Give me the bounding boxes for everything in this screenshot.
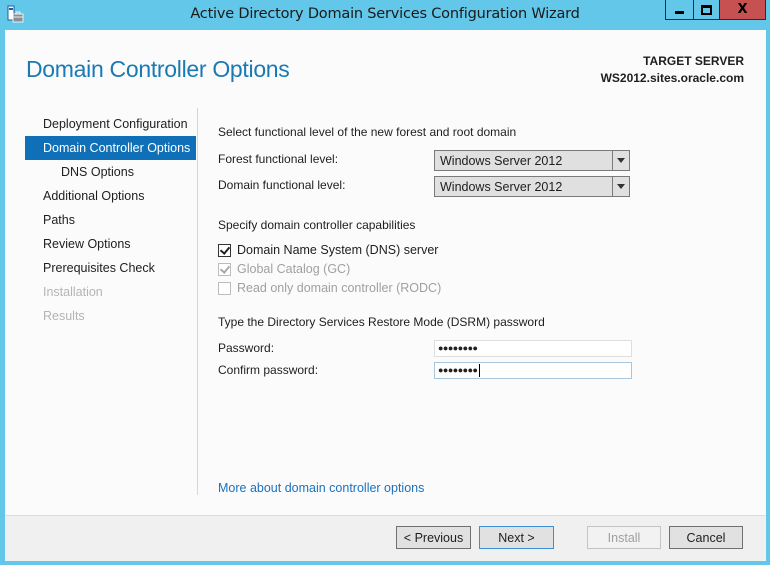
nav-item-prerequisites-check[interactable]: Prerequisites Check (25, 256, 196, 280)
chevron-down-icon[interactable] (617, 184, 625, 189)
password-label: Password: (218, 341, 275, 355)
rodc-label: Read only domain controller (RODC) (237, 281, 442, 295)
more-about-dc-options-link[interactable]: More about domain controller options (218, 481, 424, 495)
window-title: Active Directory Domain Services Configu… (190, 6, 580, 22)
text-caret (478, 364, 480, 378)
nav-item-installation: Installation (43, 285, 103, 299)
chevron-down-icon[interactable] (617, 158, 625, 163)
domain-functional-level-value: Windows Server 2012 (440, 180, 563, 194)
previous-button[interactable]: < Previous (396, 526, 471, 549)
confirm-password-input[interactable]: ●●●●●●●● (434, 362, 632, 379)
global-catalog-checkbox-row: Global Catalog (GC) (218, 260, 350, 278)
nav-item-additional-options[interactable]: Additional Options (25, 184, 196, 208)
page-title: Domain Controller Options (26, 56, 290, 82)
target-server-label: TARGET SERVER (643, 54, 744, 68)
domain-functional-level-dropdown[interactable]: Windows Server 2012 (434, 176, 630, 197)
functional-level-heading: Select functional level of the new fores… (218, 125, 517, 139)
nav-item-review-options[interactable]: Review Options (25, 232, 196, 256)
install-button: Install (587, 526, 661, 549)
nav-item-paths[interactable]: Paths (25, 208, 196, 232)
nav-item-results: Results (43, 309, 85, 323)
dropdown-separator (612, 151, 613, 170)
domain-functional-level-label: Domain functional level: (218, 178, 346, 192)
password-value: ●●●●●●●● (438, 343, 478, 353)
rodc-checkbox (218, 281, 231, 295)
checkmark-icon (219, 262, 231, 274)
nav-item-dns-options[interactable]: DNS Options (25, 160, 196, 184)
target-server-info: TARGET SERVER WS2012.sites.oracle.com (601, 53, 744, 87)
wizard-footer: < Previous Next > Install Cancel (5, 515, 766, 561)
close-button[interactable]: X (719, 0, 766, 20)
wizard-client-area: Domain Controller Options TARGET SERVER … (5, 30, 766, 561)
title-bar[interactable]: Active Directory Domain Services Configu… (0, 0, 770, 30)
minimize-button[interactable] (665, 0, 694, 20)
confirm-password-text: ●●●●●●●● (438, 364, 480, 378)
dns-server-checkbox[interactable] (218, 243, 231, 257)
next-button[interactable]: Next > (479, 526, 554, 549)
confirm-password-value: ●●●●●●●● (438, 365, 478, 375)
global-catalog-label: Global Catalog (GC) (237, 262, 351, 276)
forest-functional-level-dropdown[interactable]: Windows Server 2012 (434, 150, 630, 171)
dns-server-checkbox-row[interactable]: Domain Name System (DNS) server (218, 241, 438, 259)
maximize-button[interactable] (693, 0, 720, 20)
forest-functional-level-label: Forest functional level: (218, 152, 339, 166)
nav-divider (197, 108, 198, 495)
capabilities-heading: Specify domain controller capabilities (218, 218, 416, 232)
password-input[interactable]: ●●●●●●●● (434, 340, 632, 357)
minimize-icon (675, 10, 684, 14)
confirm-password-label: Confirm password: (218, 363, 319, 377)
dns-server-label: Domain Name System (DNS) server (237, 243, 439, 257)
global-catalog-checkbox (218, 262, 231, 276)
maximize-icon (701, 4, 712, 15)
nav-item-domain-controller-options[interactable]: Domain Controller Options (25, 136, 196, 160)
close-icon: X (737, 2, 748, 17)
nav-item-deployment-configuration[interactable]: Deployment Configuration (25, 112, 196, 136)
rodc-checkbox-row: Read only domain controller (RODC) (218, 279, 441, 297)
wizard-navigation: Deployment Configuration Domain Controll… (25, 112, 196, 328)
dsrm-heading: Type the Directory Services Restore Mode… (218, 315, 545, 329)
forest-functional-level-value: Windows Server 2012 (440, 154, 563, 168)
target-server-name: WS2012.sites.oracle.com (600, 71, 744, 85)
dropdown-separator (612, 177, 613, 196)
cancel-button[interactable]: Cancel (669, 526, 743, 549)
checkmark-icon (219, 243, 231, 255)
